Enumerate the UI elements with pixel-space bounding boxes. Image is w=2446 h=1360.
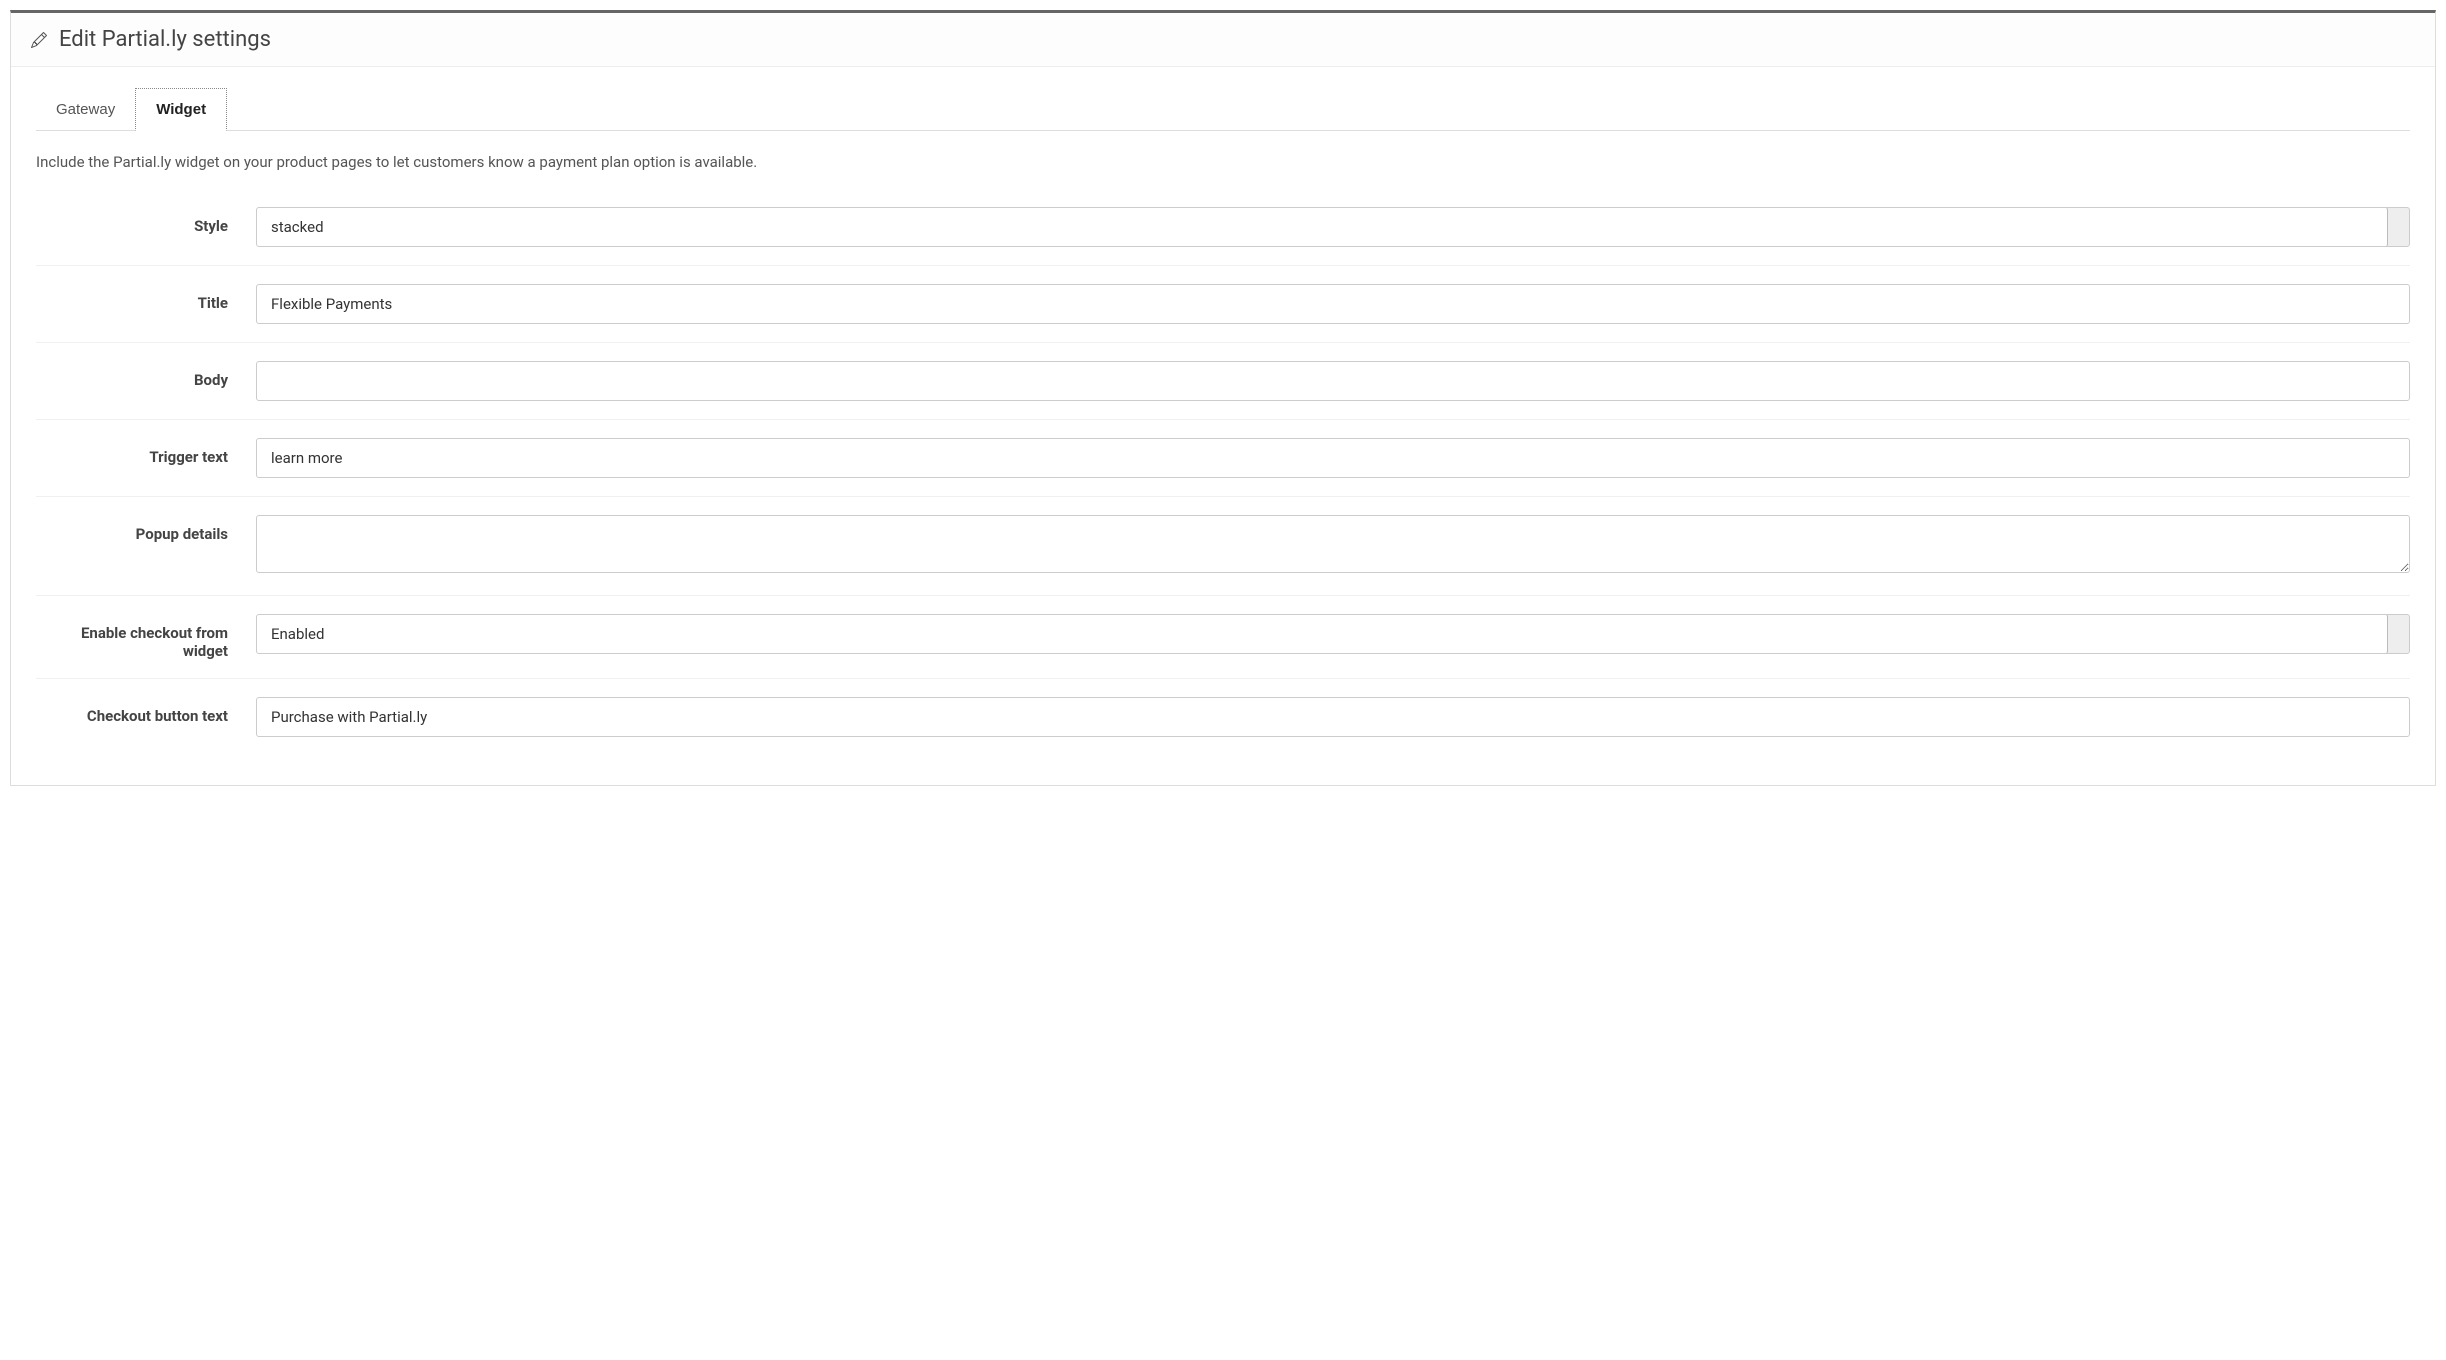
tab-gateway[interactable]: Gateway — [36, 88, 135, 131]
row-title: Title — [36, 266, 2410, 343]
label-enable-checkout: Enable checkout from widget — [36, 614, 256, 660]
label-body: Body — [36, 361, 256, 389]
row-style: Style stacked — [36, 189, 2410, 266]
select-style[interactable]: stacked — [256, 207, 2410, 247]
settings-panel: Edit Partial.ly settings Gateway Widget … — [10, 10, 2436, 786]
textarea-popup-details[interactable] — [256, 515, 2410, 573]
tabs: Gateway Widget — [36, 87, 2410, 131]
input-body[interactable] — [256, 361, 2410, 401]
tab-widget[interactable]: Widget — [135, 88, 227, 131]
widget-description: Include the Partial.ly widget on your pr… — [36, 153, 2410, 171]
label-style: Style — [36, 207, 256, 235]
select-enable-checkout[interactable]: Enabled — [256, 614, 2410, 654]
row-body: Body — [36, 343, 2410, 420]
input-checkout-button-text[interactable] — [256, 697, 2410, 737]
panel-body: Gateway Widget Include the Partial.ly wi… — [11, 67, 2435, 785]
panel-header: Edit Partial.ly settings — [11, 13, 2435, 67]
row-popup-details: Popup details — [36, 497, 2410, 596]
input-title[interactable] — [256, 284, 2410, 324]
row-checkout-button-text: Checkout button text — [36, 679, 2410, 755]
label-checkout-button-text: Checkout button text — [36, 697, 256, 725]
pencil-icon — [31, 32, 47, 48]
row-enable-checkout: Enable checkout from widget Enabled — [36, 596, 2410, 679]
input-trigger-text[interactable] — [256, 438, 2410, 478]
label-popup-details: Popup details — [36, 515, 256, 543]
label-title: Title — [36, 284, 256, 312]
row-trigger-text: Trigger text — [36, 420, 2410, 497]
page-title: Edit Partial.ly settings — [59, 27, 271, 52]
label-trigger-text: Trigger text — [36, 438, 256, 466]
